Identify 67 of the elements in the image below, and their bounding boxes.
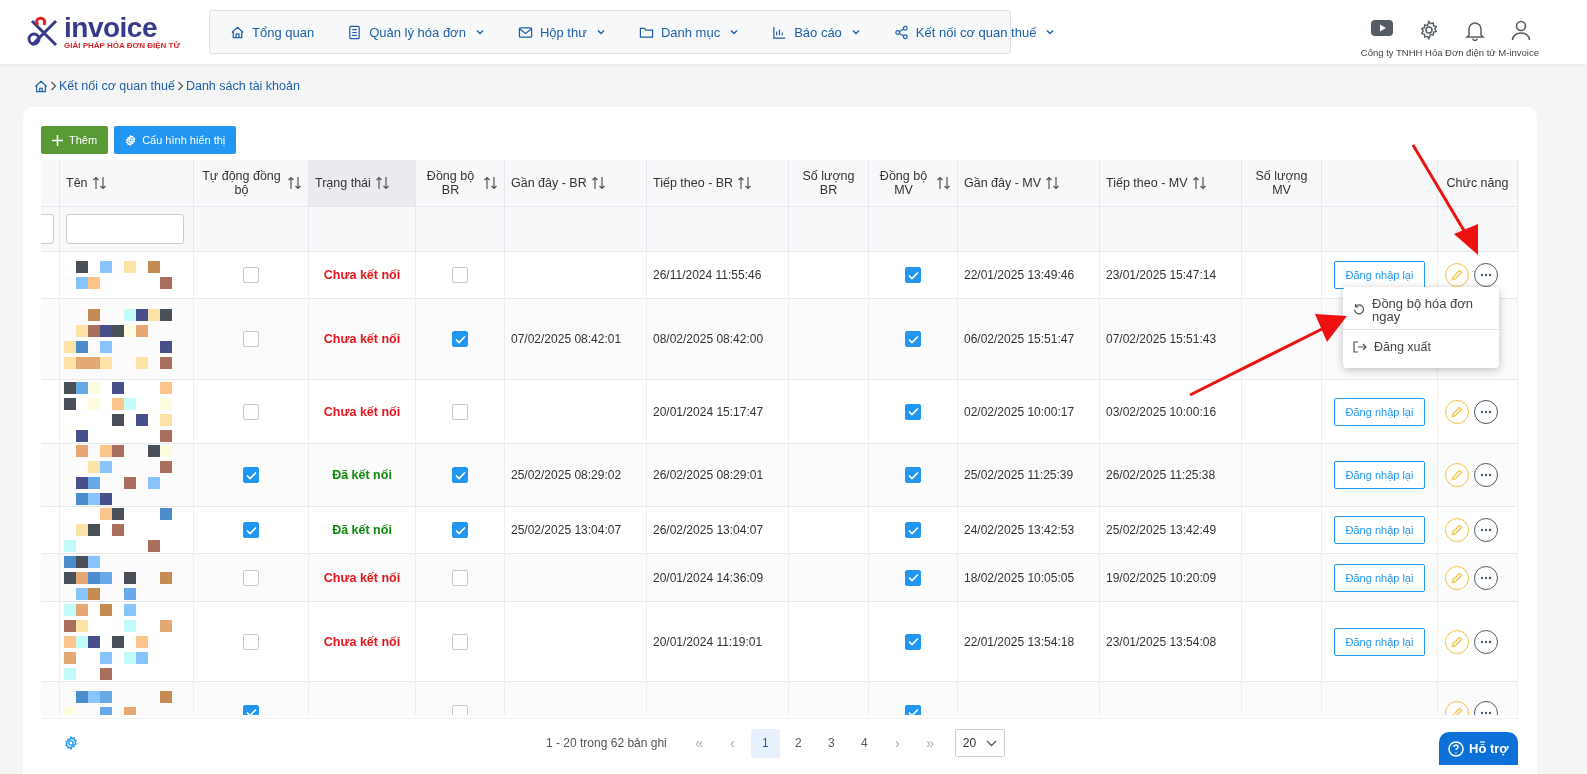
- table-cell: 06/02/2025 15:51:47: [958, 299, 1100, 380]
- column-title: Số lượng BR: [801, 169, 856, 197]
- column-title: Tự động đồng bộ: [201, 169, 282, 197]
- relogin-button[interactable]: Đăng nhập lại: [1334, 261, 1425, 289]
- page-button[interactable]: 1: [750, 728, 780, 758]
- table-cell: 23/01/2025 15:47:14: [1100, 252, 1242, 299]
- column-title: Đồng bộ BR: [425, 169, 476, 197]
- column-title: Số lượng MV: [1254, 169, 1309, 197]
- table-cell: 02/02/2025 10:00:17: [958, 380, 1100, 444]
- nav-item[interactable]: Quản lý hóa đơn: [347, 24, 485, 40]
- breadcrumb-link[interactable]: Danh sách tài khoản: [185, 79, 300, 93]
- relogin-button[interactable]: Đăng nhập lại: [1334, 627, 1425, 656]
- table-cell: 26/02/2025 13:04:07: [647, 507, 789, 554]
- breadcrumb-link[interactable]: Kết nối cơ quan thuế: [59, 79, 175, 93]
- table-cell: 07/02/2025 08:42:01: [505, 299, 647, 380]
- table-cell: 20/01/2024 14:36:09: [647, 554, 789, 602]
- column-title: Tiếp theo - BR: [653, 176, 734, 190]
- table-cell: 26/02/2025 11:25:38: [1100, 444, 1242, 507]
- column-title: Tên: [66, 176, 88, 190]
- table-cell: 22/01/2025 13:54:18: [958, 602, 1100, 682]
- table-cell: 19/02/2025 10:20:09: [1100, 554, 1242, 602]
- table-cell: Đã kết nối: [309, 444, 416, 507]
- help-button[interactable]: Hỗ trợ: [1439, 732, 1518, 765]
- company-name: Công ty TNHH Hóa Đơn điện tử M-invoice: [1360, 47, 1539, 58]
- table-cell: Chưa kết nối: [309, 252, 416, 299]
- table-cell: 24/02/2025 13:42:53: [958, 507, 1100, 554]
- table-cell: 26/11/2024 11:55:46: [647, 252, 789, 299]
- table-cell: 25/02/2025 11:25:39: [958, 444, 1100, 507]
- nav-item[interactable]: Báo cáo: [772, 24, 861, 40]
- table-cell: 26/02/2025 08:29:01: [647, 444, 789, 507]
- relogin-button[interactable]: Đăng nhập lại: [1334, 461, 1425, 489]
- table-cell: 08/02/2025 08:42:00: [647, 299, 789, 380]
- table-cell: 22/01/2025 13:49:46: [958, 252, 1100, 299]
- table-cell: 25/02/2025 13:04:07: [505, 507, 647, 554]
- add-button[interactable]: Thêm: [41, 126, 109, 154]
- table-cell: Chưa kết nối: [309, 299, 416, 380]
- display-settings-button[interactable]: Cấu hình hiển thị: [114, 126, 237, 154]
- column-title: Trạng thái: [315, 176, 371, 190]
- column-title: Gần đây - MV: [964, 176, 1042, 190]
- table-cell: 07/02/2025 15:51:43: [1100, 299, 1242, 380]
- nav-item[interactable]: Danh mục: [638, 24, 740, 40]
- nav-item[interactable]: Tổng quan: [230, 24, 315, 40]
- table-cell: 25/02/2025 08:29:02: [505, 444, 647, 507]
- menu-item[interactable]: Đồng bộ hóa đơn ngay: [1343, 291, 1499, 329]
- column-title: Đồng bộ MV: [878, 169, 929, 197]
- table-cell: Đã kết nối: [309, 507, 416, 554]
- brand-name: invoice: [64, 14, 157, 41]
- column-title: Gần đây - BR: [511, 176, 587, 190]
- relogin-button[interactable]: Đăng nhập lại: [1334, 516, 1425, 544]
- table-cell: 23/01/2025 13:54:08: [1100, 602, 1242, 682]
- table-cell: 20/01/2024 11:19:01: [647, 602, 789, 682]
- relogin-button[interactable]: Đăng nhập lại: [1334, 397, 1425, 426]
- brand-tagline: GIẢI PHÁP HÓA ĐƠN ĐIỆN TỬ: [64, 40, 181, 50]
- table-cell: Chưa kết nối: [309, 380, 416, 444]
- table-cell: 25/02/2025 13:42:49: [1100, 507, 1242, 554]
- column-title: Tiếp theo - MV: [1106, 176, 1188, 190]
- column-title: Chức năng: [1445, 176, 1510, 190]
- nav-item[interactable]: Kết nối cơ quan thuế: [893, 24, 1056, 40]
- nav-item[interactable]: Hộp thư: [517, 24, 606, 40]
- table-cell: 20/01/2024 15:17:47: [647, 380, 789, 444]
- table-cell: 03/02/2025 10:00:16: [1100, 380, 1242, 444]
- record-count: 1 - 20 trong 62 bản ghi: [546, 736, 667, 750]
- table-cell: Chưa kết nối: [309, 602, 416, 682]
- table-cell: Chưa kết nối: [309, 554, 416, 602]
- relogin-button[interactable]: Đăng nhập lại: [1334, 563, 1425, 592]
- table-cell: 18/02/2025 10:05:05: [958, 554, 1100, 602]
- page-size-select[interactable]: 20: [954, 729, 1005, 757]
